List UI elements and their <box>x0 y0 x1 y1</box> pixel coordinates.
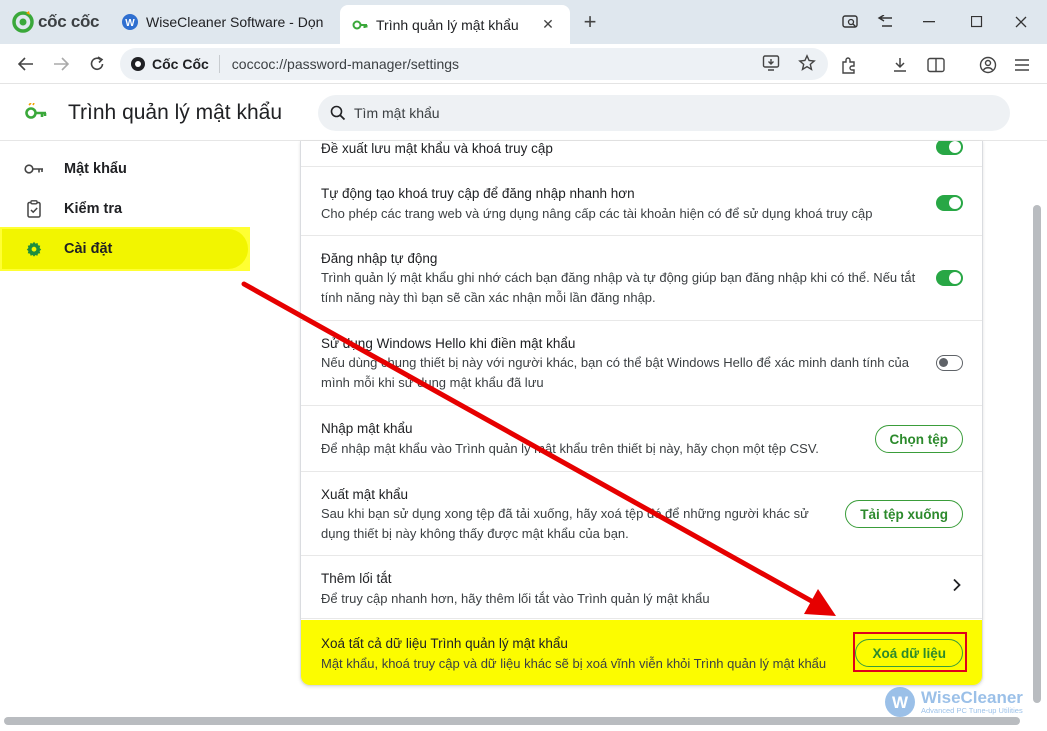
setting-title: Nhập mật khẩu <box>321 421 413 436</box>
settings-card: Đề xuất lưu mật khẩu và khoá truy cập Tự… <box>300 141 983 686</box>
setting-title: Sử dụng Windows Hello khi điền mật khẩu <box>321 336 576 351</box>
wisecleaner-logo-icon: W <box>885 687 915 717</box>
auto-signin-toggle[interactable] <box>936 270 963 286</box>
page-title: Trình quản lý mật khẩu <box>68 101 282 124</box>
download-file-button[interactable]: Tải tệp xuống <box>845 500 963 528</box>
wisecleaner-watermark: W WiseCleaner Advanced PC Tune-up Utilit… <box>884 684 1034 720</box>
new-tab-button[interactable]: + <box>578 10 602 34</box>
title-bar: cốc cốc W WiseCleaner Software - Dọn dẹp… <box>0 0 1047 44</box>
reload-button[interactable] <box>83 50 111 78</box>
setting-offer-save: Đề xuất lưu mật khẩu và khoá truy cập <box>301 141 982 167</box>
site-chip-label: Cốc Cốc <box>152 56 209 72</box>
coccoc-logo-icon <box>12 11 34 33</box>
back-to-tab-icon[interactable] <box>870 8 900 36</box>
search-icon <box>330 105 346 121</box>
key-icon <box>24 159 44 179</box>
setting-description: Nếu dùng chung thiết bị này với người kh… <box>321 355 909 390</box>
tab-wisecleaner[interactable]: W WiseCleaner Software - Dọn dẹp <box>110 5 338 39</box>
back-button[interactable] <box>12 50 40 78</box>
offer-save-toggle[interactable] <box>936 141 963 155</box>
browser-brand[interactable]: cốc cốc <box>12 10 100 34</box>
setting-description: Cho phép các trang web và ứng dụng nâng … <box>321 206 873 221</box>
profile-icon[interactable] <box>977 54 999 76</box>
windows-hello-toggle[interactable] <box>936 355 963 371</box>
delete-data-button[interactable]: Xoá dữ liệu <box>855 639 963 667</box>
setting-delete-all: Xoá tất cả dữ liệu Trình quản lý mật khẩ… <box>301 620 982 685</box>
setting-title: Đề xuất lưu mật khẩu và khoá truy cập <box>321 141 553 156</box>
forward-button[interactable] <box>47 50 75 78</box>
setting-title: Tự động tạo khoá truy cập để đăng nhập n… <box>321 186 635 201</box>
watermark-subtitle: Advanced PC Tune-up Utilities <box>921 705 1023 715</box>
watermark-title: WiseCleaner <box>921 687 1023 707</box>
sidebar-item-passwords[interactable]: Mật khẩu <box>2 149 248 189</box>
setting-description: Trình quản lý mật khẩu ghi nhớ cách bạn … <box>321 270 916 305</box>
coccoc-site-icon <box>131 57 145 71</box>
sidebar-item-label: Cài đặt <box>64 241 113 257</box>
setting-title: Đăng nhập tự động <box>321 251 438 266</box>
clipboard-check-icon <box>24 199 44 219</box>
search-input[interactable] <box>354 105 954 121</box>
page-header: Trình quản lý mật khẩu <box>0 85 1047 141</box>
close-tab-icon[interactable]: ✕ <box>538 16 558 33</box>
browser-toolbar: Cốc Cốc coccoc://password-manager/settin… <box>0 44 1047 84</box>
tab-title: Trình quản lý mật khẩu <box>376 16 519 33</box>
setting-shortcut[interactable]: Thêm lối tắt Để truy cập nhanh hơn, hãy … <box>301 556 982 619</box>
setting-description: Sau khi bạn sử dụng xong tệp đã tải xuốn… <box>321 506 809 541</box>
extensions-icon[interactable] <box>838 54 860 76</box>
password-manager-logo-icon <box>25 103 47 119</box>
chevron-right-icon[interactable] <box>952 578 962 597</box>
wisecleaner-favicon-icon: W <box>122 14 138 30</box>
setting-auto-signin: Đăng nhập tự động Trình quản lý mật khẩu… <box>301 236 982 321</box>
setting-passkeys: Tự động tạo khoá truy cập để đăng nhập n… <box>301 167 982 236</box>
setting-import: Nhập mật khẩu Để nhập mật khẩu vào Trình… <box>301 406 982 472</box>
setting-windows-hello: Sử dụng Windows Hello khi điền mật khẩu … <box>301 321 982 406</box>
downloads-icon[interactable] <box>889 54 911 76</box>
setting-title: Xoá tất cả dữ liệu Trình quản lý mật khẩ… <box>321 636 568 651</box>
tab-title: WiseCleaner Software - Dọn dẹp <box>146 14 326 30</box>
setting-description: Để nhập mật khẩu vào Trình quản lý mật k… <box>321 441 819 456</box>
choose-file-button[interactable]: Chọn tệp <box>874 425 963 453</box>
tab-search-icon[interactable] <box>836 8 866 36</box>
maximize-button[interactable] <box>962 8 992 36</box>
horizontal-scrollbar-thumb[interactable] <box>4 717 1020 725</box>
address-bar[interactable]: Cốc Cốc coccoc://password-manager/settin… <box>120 48 828 80</box>
install-app-icon[interactable] <box>762 54 780 75</box>
sidebar-item-settings[interactable]: Cài đặt <box>2 229 248 269</box>
close-window-button[interactable] <box>1006 8 1036 36</box>
setting-title: Xuất mật khẩu <box>321 487 409 502</box>
setting-description: Để truy cập nhanh hơn, hãy thêm lối tắt … <box>321 591 710 606</box>
site-chip[interactable]: Cốc Cốc <box>130 55 220 73</box>
tab-password-manager[interactable]: Trình quản lý mật khẩu ✕ <box>340 5 570 44</box>
side-panel-icon[interactable] <box>925 54 947 76</box>
minimize-button[interactable] <box>914 8 944 36</box>
menu-icon[interactable] <box>1011 54 1033 76</box>
sidebar-item-label: Mật khẩu <box>64 161 127 177</box>
vertical-scrollbar-thumb[interactable] <box>1033 205 1041 703</box>
setting-title: Thêm lối tắt <box>321 571 392 586</box>
passkeys-toggle[interactable] <box>936 195 963 211</box>
sidebar-item-label: Kiểm tra <box>64 201 123 217</box>
gear-icon <box>24 239 44 259</box>
search-bar[interactable] <box>318 95 1010 131</box>
browser-brand-label: cốc cốc <box>38 12 100 31</box>
bookmark-star-icon[interactable] <box>798 54 816 75</box>
svg-text:W: W <box>125 18 135 29</box>
key-favicon-icon <box>352 20 368 29</box>
setting-export: Xuất mật khẩu Sau khi bạn sử dụng xong t… <box>301 472 982 556</box>
sidebar-item-checkup[interactable]: Kiểm tra <box>2 189 248 229</box>
setting-description: Mật khẩu, khoá truy cập và dữ liệu khác … <box>321 656 827 671</box>
url-text[interactable]: coccoc://password-manager/settings <box>232 56 459 72</box>
svg-text:W: W <box>892 693 909 712</box>
